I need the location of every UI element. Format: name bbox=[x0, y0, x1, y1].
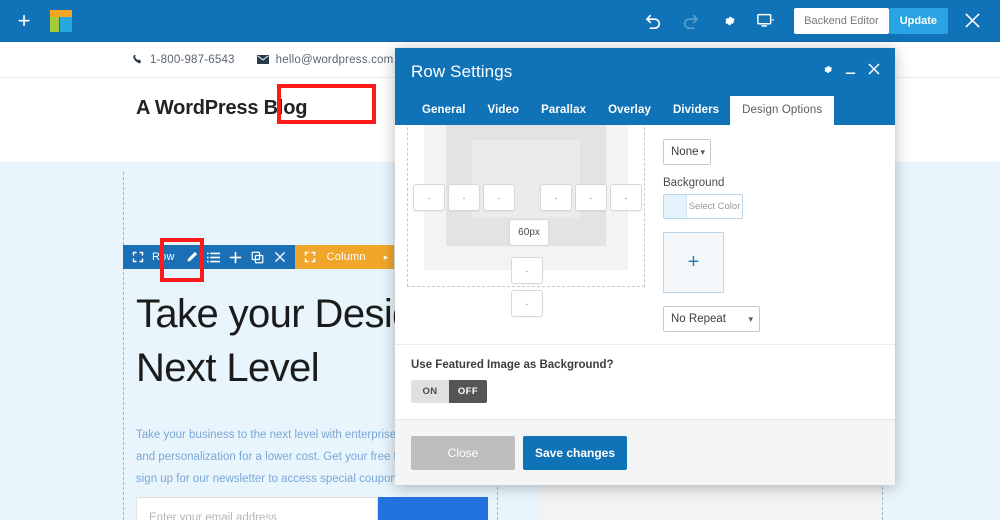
select-color-label: Select Color bbox=[686, 195, 742, 218]
padding-top-input[interactable]: - bbox=[483, 184, 515, 211]
modal-header-controls bbox=[821, 62, 881, 76]
visual-composer-logo-icon[interactable] bbox=[50, 9, 72, 32]
box-model-editor: - - - - - - 60px - - bbox=[407, 125, 645, 317]
hero-email-input[interactable]: Enter your email address bbox=[136, 497, 378, 520]
background-image-add-button[interactable]: + bbox=[663, 232, 724, 293]
highlight-pencil-button bbox=[160, 238, 204, 282]
color-swatch bbox=[664, 195, 686, 218]
site-title: A WordPress Blog bbox=[136, 97, 308, 119]
save-changes-button[interactable]: Save changes bbox=[523, 435, 627, 470]
featured-image-block: Use Featured Image as Background? ON OFF bbox=[395, 344, 895, 419]
border-style-value: None bbox=[671, 146, 699, 158]
border-bottom-input[interactable]: - bbox=[511, 257, 543, 284]
modal-tabs: General Video Parallax Overlay Dividers … bbox=[411, 96, 879, 125]
add-element-button[interactable]: + bbox=[10, 7, 38, 35]
admin-toolbar: + Backend Editor Update bbox=[0, 0, 1000, 42]
gear-icon[interactable] bbox=[821, 63, 834, 76]
chevron-right-icon[interactable]: ▸ bbox=[384, 252, 389, 263]
background-repeat-value: No Repeat bbox=[671, 313, 726, 325]
row-controls-group: Row bbox=[123, 245, 295, 269]
padding-bottom-value-input[interactable]: 60px bbox=[509, 219, 549, 246]
featured-image-toggle[interactable]: ON OFF bbox=[411, 380, 487, 403]
redo-icon[interactable] bbox=[672, 0, 710, 42]
list-icon[interactable] bbox=[203, 245, 225, 269]
padding-right-input[interactable]: - bbox=[575, 184, 607, 211]
modal-title: Row Settings bbox=[411, 62, 513, 81]
close-editor-icon[interactable] bbox=[952, 0, 992, 42]
admin-toolbar-right: Backend Editor Update bbox=[634, 0, 1000, 42]
hero-submit-button[interactable] bbox=[378, 497, 488, 520]
modal-header: Row Settings General Video Parallax Over… bbox=[395, 48, 895, 125]
chevron-down-icon: ▾ bbox=[700, 146, 705, 157]
column-label: Column bbox=[326, 251, 366, 263]
background-label: Background bbox=[663, 177, 725, 189]
column-controls-group[interactable]: Column ▸ bbox=[294, 245, 395, 269]
phone-text: 1-800-987-6543 bbox=[150, 53, 235, 66]
border-top-input[interactable]: - bbox=[448, 184, 480, 211]
plus-icon[interactable] bbox=[225, 245, 247, 269]
border-right-input[interactable]: - bbox=[610, 184, 642, 211]
backend-editor-button[interactable]: Backend Editor bbox=[794, 7, 889, 34]
close-button[interactable]: Close bbox=[411, 435, 515, 470]
responsive-preview-icon[interactable] bbox=[748, 0, 786, 42]
toggle-off-option[interactable]: OFF bbox=[449, 380, 487, 403]
content-top-input[interactable]: - bbox=[540, 184, 572, 211]
tab-overlay[interactable]: Overlay bbox=[597, 97, 662, 125]
background-repeat-select[interactable]: No Repeat ▾ bbox=[663, 306, 760, 332]
margin-bottom-input[interactable]: - bbox=[511, 290, 543, 317]
contact-phone: 1-800-987-6543 bbox=[132, 54, 235, 66]
envelope-icon bbox=[256, 55, 269, 64]
phone-icon bbox=[132, 54, 143, 65]
background-color-picker[interactable]: Select Color bbox=[663, 194, 743, 219]
featured-image-question: Use Featured Image as Background? bbox=[411, 359, 614, 371]
minimize-icon[interactable] bbox=[844, 63, 857, 76]
tab-design-options[interactable]: Design Options bbox=[730, 96, 835, 125]
move-icon[interactable] bbox=[127, 245, 149, 269]
row-settings-modal: Row Settings General Video Parallax Over… bbox=[395, 48, 895, 485]
copy-icon[interactable] bbox=[247, 245, 269, 269]
column-move-icon[interactable] bbox=[299, 245, 321, 269]
modal-footer: Close Save changes bbox=[395, 419, 895, 485]
update-button[interactable]: Update bbox=[888, 7, 948, 34]
margin-top-input[interactable]: - bbox=[413, 184, 445, 211]
close-icon[interactable] bbox=[269, 245, 291, 269]
chevron-down-icon: ▾ bbox=[748, 313, 753, 324]
email-text[interactable]: hello@wordpress.com bbox=[276, 54, 394, 66]
tab-video[interactable]: Video bbox=[477, 97, 531, 125]
toggle-on-option[interactable]: ON bbox=[411, 380, 449, 403]
gear-icon[interactable] bbox=[710, 0, 748, 42]
tab-parallax[interactable]: Parallax bbox=[530, 97, 597, 125]
tab-general[interactable]: General bbox=[411, 97, 477, 125]
close-icon[interactable] bbox=[867, 62, 881, 76]
modal-body: - - - - - - 60px - - None ▾ Background S… bbox=[395, 125, 895, 419]
hero-signup-form: Enter your email address bbox=[136, 497, 488, 520]
tab-dividers[interactable]: Dividers bbox=[662, 97, 730, 125]
undo-icon[interactable] bbox=[634, 0, 672, 42]
contact-email: hello@wordpress.com bbox=[256, 54, 394, 66]
border-style-select[interactable]: None ▾ bbox=[663, 139, 711, 165]
